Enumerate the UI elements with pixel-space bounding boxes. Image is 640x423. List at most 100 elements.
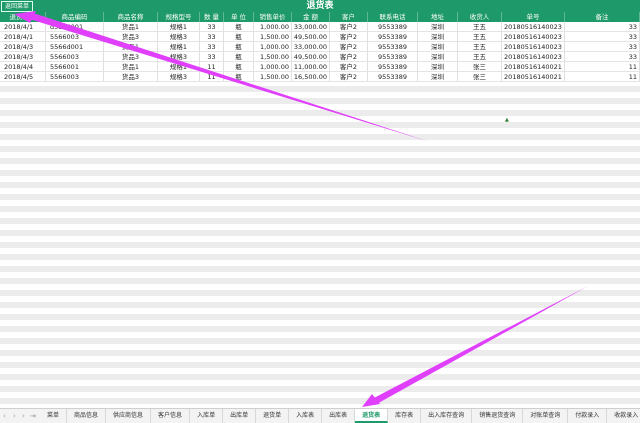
table-cell[interactable]: 货品1 <box>104 62 158 72</box>
column-header[interactable]: 商品编码 <box>46 12 104 22</box>
column-header[interactable]: 退货日期 <box>0 12 46 22</box>
table-cell[interactable]: 规格1 <box>158 22 200 32</box>
table-cell[interactable]: 33,000.00 <box>292 42 330 52</box>
table-cell[interactable]: 张三 <box>458 72 502 82</box>
table-cell[interactable]: 瓶 <box>224 52 254 62</box>
sheet-tab[interactable]: 入库表 <box>289 409 323 423</box>
sheet-tab[interactable]: 付款录入 <box>568 409 608 423</box>
sheet-tab[interactable]: 销售退货查询 <box>472 409 524 423</box>
sheet-tab[interactable]: 出入库存查询 <box>421 409 473 423</box>
table-cell[interactable]: 客户2 <box>330 22 368 32</box>
table-cell[interactable]: 5566001 <box>46 62 104 72</box>
table-cell[interactable]: 11,000.00 <box>292 62 330 72</box>
table-cell[interactable]: 5566003 <box>46 72 104 82</box>
table-cell[interactable]: 20180516140021 <box>502 72 565 82</box>
table-cell[interactable]: 王五 <box>458 32 502 42</box>
table-cell[interactable]: 9553389 <box>368 52 418 62</box>
table-cell[interactable]: 深圳 <box>418 32 458 42</box>
table-cell[interactable]: 客户2 <box>330 42 368 52</box>
table-cell[interactable]: 规格1 <box>158 62 200 72</box>
column-header[interactable]: 规格型号 <box>158 12 200 22</box>
table-cell[interactable]: 王五 <box>458 42 502 52</box>
table-cell[interactable]: 货品3 <box>104 52 158 62</box>
table-cell[interactable]: 1,500.00 <box>254 72 292 82</box>
table-cell[interactable]: 规格3 <box>158 72 200 82</box>
column-header[interactable]: 单 位 <box>224 12 254 22</box>
table-cell[interactable]: 客户2 <box>330 52 368 62</box>
sheet-tab[interactable]: 退货单 <box>256 409 290 423</box>
table-cell[interactable]: 货品1 <box>104 42 158 52</box>
table-cell[interactable]: d5566001 <box>46 22 104 32</box>
column-header[interactable]: 销售单价 <box>254 12 292 22</box>
table-cell[interactable]: 5566003 <box>46 52 104 62</box>
table-cell[interactable]: 货品3 <box>104 32 158 42</box>
table-cell[interactable]: 9553389 <box>368 72 418 82</box>
table-cell[interactable]: 1,000.00 <box>254 42 292 52</box>
table-cell[interactable]: 20180516140023 <box>502 22 565 32</box>
table-cell[interactable]: 客户2 <box>330 72 368 82</box>
table-cell[interactable]: 49,500.00 <box>292 52 330 62</box>
back-to-menu-button[interactable]: 返回菜单 <box>1 1 34 12</box>
table-cell[interactable]: 货品1 <box>104 22 158 32</box>
table-cell[interactable]: 客户2 <box>330 62 368 72</box>
sheet-tab[interactable]: 供应商信息 <box>106 409 152 423</box>
table-cell[interactable]: 20180516140021 <box>502 62 565 72</box>
sheet-tab[interactable]: 退货表 <box>355 409 389 423</box>
table-cell[interactable]: 11 <box>565 72 640 82</box>
table-cell[interactable]: 33 <box>200 22 224 32</box>
column-header[interactable]: 客户 <box>330 12 368 22</box>
column-header[interactable]: 联系电话 <box>368 12 418 22</box>
last-sheet-icon[interactable]: ⇥ <box>30 409 36 423</box>
table-cell[interactable]: 33 <box>200 32 224 42</box>
table-cell[interactable]: 1,500.00 <box>254 32 292 42</box>
column-header[interactable]: 收货人 <box>458 12 502 22</box>
table-cell[interactable]: 2018/4/1 <box>0 22 46 32</box>
table-cell[interactable]: 2018/4/5 <box>0 72 46 82</box>
table-cell[interactable]: 王五 <box>458 22 502 32</box>
table-cell[interactable]: 20180516140023 <box>502 32 565 42</box>
sheet-tab[interactable]: 出库表 <box>322 409 356 423</box>
sheet-tab[interactable]: 对账单查询 <box>523 409 569 423</box>
column-header[interactable]: 数 量 <box>200 12 224 22</box>
table-cell[interactable]: 瓶 <box>224 22 254 32</box>
column-header[interactable]: 金 额 <box>292 12 330 22</box>
next-sheet-icon[interactable]: › <box>22 409 25 423</box>
table-cell[interactable]: 49,500.00 <box>292 32 330 42</box>
sheet-tab[interactable]: 出库单 <box>223 409 257 423</box>
table-cell[interactable]: 瓶 <box>224 42 254 52</box>
table-cell[interactable]: 11 <box>200 72 224 82</box>
table-cell[interactable]: 33 <box>200 52 224 62</box>
column-header[interactable]: 备注 <box>565 12 640 22</box>
table-cell[interactable]: 王五 <box>458 52 502 62</box>
table-cell[interactable]: 33 <box>565 22 640 32</box>
first-sheet-icon[interactable]: ‹ <box>3 409 6 423</box>
table-cell[interactable]: 瓶 <box>224 72 254 82</box>
table-cell[interactable]: 深圳 <box>418 22 458 32</box>
sheet-tab[interactable]: 客户信息 <box>151 409 191 423</box>
column-header[interactable]: 地址 <box>418 12 458 22</box>
sheet-tab[interactable]: 收款录入 <box>607 409 640 423</box>
table-cell[interactable]: 2018/4/3 <box>0 52 46 62</box>
table-cell[interactable]: 深圳 <box>418 72 458 82</box>
sheet-tab[interactable]: 商品信息 <box>67 409 107 423</box>
table-cell[interactable]: 11 <box>565 62 640 72</box>
table-cell[interactable]: 33 <box>565 52 640 62</box>
table-cell[interactable]: 9553389 <box>368 32 418 42</box>
table-cell[interactable]: 5566003 <box>46 32 104 42</box>
table-cell[interactable]: 33 <box>565 42 640 52</box>
table-cell[interactable]: 33 <box>200 42 224 52</box>
table-cell[interactable]: 瓶 <box>224 62 254 72</box>
table-cell[interactable]: 2018/4/1 <box>0 32 46 42</box>
column-header[interactable]: 商品名称 <box>104 12 158 22</box>
table-cell[interactable]: 深圳 <box>418 52 458 62</box>
table-cell[interactable]: 规格3 <box>158 52 200 62</box>
sheet-tab[interactable]: 菜单 <box>40 409 68 423</box>
table-cell[interactable]: 9553389 <box>368 22 418 32</box>
table-cell[interactable]: 规格3 <box>158 32 200 42</box>
prev-sheet-icon[interactable]: › <box>13 409 16 423</box>
table-cell[interactable]: 张三 <box>458 62 502 72</box>
table-cell[interactable]: 2018/4/3 <box>0 42 46 52</box>
column-header[interactable]: 单号 <box>502 12 565 22</box>
table-cell[interactable]: 2018/4/4 <box>0 62 46 72</box>
table-cell[interactable]: 9553389 <box>368 42 418 52</box>
